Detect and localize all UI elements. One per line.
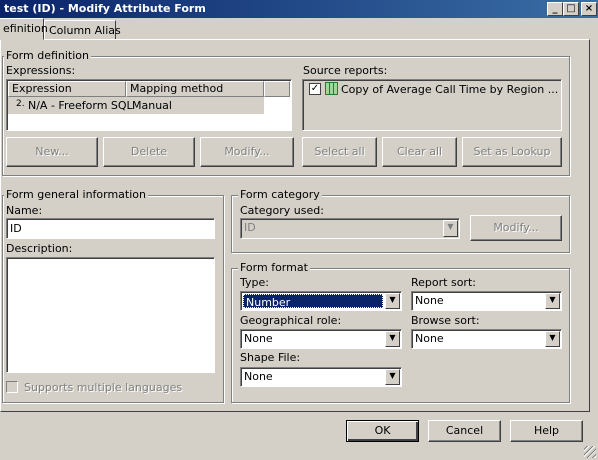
supports-multiple-languages-checkbox[interactable] xyxy=(6,381,18,393)
tab-definition[interactable]: efinition xyxy=(0,18,48,40)
tab-definition-label: efinition xyxy=(3,22,48,35)
ok-button[interactable]: OK xyxy=(346,420,419,442)
chevron-down-icon: ▼ xyxy=(385,293,400,309)
category-used-value: ID xyxy=(244,221,256,234)
set-as-lookup-button[interactable]: Set as Lookup xyxy=(462,137,562,167)
grid-report-icon xyxy=(325,82,338,95)
form-format-legend: Form format xyxy=(238,261,310,274)
empty-column-header xyxy=(264,81,290,97)
cancel-button[interactable]: Cancel xyxy=(428,420,501,442)
expression-cell: N/A - Freeform SQL xyxy=(28,99,133,112)
geographical-role-label: Geographical role: xyxy=(240,314,342,327)
table-row[interactable]: 2. N/A - Freeform SQL Manual xyxy=(8,97,264,114)
source-report-checkbox[interactable]: ✓ xyxy=(309,83,321,95)
new-button[interactable]: New... xyxy=(6,137,98,167)
category-modify-button[interactable]: Modify... xyxy=(470,215,562,241)
shape-file-label: Shape File: xyxy=(240,351,301,364)
type-select[interactable]: Number ▼ xyxy=(240,291,402,311)
name-input[interactable]: ID xyxy=(6,218,215,239)
expression-column-header[interactable]: Expression xyxy=(8,81,126,97)
help-button[interactable]: Help xyxy=(510,420,583,442)
clear-all-button[interactable]: Clear all xyxy=(382,137,457,167)
browse-sort-select[interactable]: None ▼ xyxy=(411,329,562,349)
name-label: Name: xyxy=(6,204,43,217)
report-sort-select[interactable]: None ▼ xyxy=(411,291,562,311)
form-category-legend: Form category xyxy=(238,188,322,201)
chevron-down-icon: ▼ xyxy=(545,293,560,309)
geographical-role-value: None xyxy=(244,332,273,345)
shape-file-value: None xyxy=(244,370,273,383)
name-input-value: ID xyxy=(10,222,22,235)
supports-multiple-languages-label: Supports multiple languages xyxy=(24,381,183,394)
mapping-cell: Manual xyxy=(132,99,172,112)
minimize-button[interactable]: _ xyxy=(547,2,563,16)
description-label: Description: xyxy=(6,242,73,255)
shape-file-select[interactable]: None ▼ xyxy=(240,367,402,387)
mapping-method-column-header[interactable]: Mapping method xyxy=(126,81,264,97)
window-title: test (ID) - Modify Attribute Form xyxy=(4,2,206,15)
tab-column-alias[interactable]: Column Alias xyxy=(44,20,121,40)
geographical-role-select[interactable]: None ▼ xyxy=(240,329,402,349)
description-textarea[interactable] xyxy=(6,257,215,373)
report-sort-value: None xyxy=(415,294,444,307)
delete-button[interactable]: Delete xyxy=(103,137,195,167)
chevron-down-icon: ▼ xyxy=(385,331,400,347)
select-all-button[interactable]: Select all xyxy=(302,137,377,167)
source-report-label: Copy of Average Call Time by Region ... xyxy=(341,83,559,96)
expression-type-icon: 2. xyxy=(16,99,25,109)
general-info-legend: Form general information xyxy=(4,188,148,201)
close-button[interactable]: × xyxy=(581,2,597,16)
expressions-label: Expressions: xyxy=(6,64,76,77)
browse-sort-value: None xyxy=(415,332,444,345)
type-value: Number xyxy=(243,294,383,309)
chevron-down-icon: ▼ xyxy=(443,220,458,237)
maximize-button[interactable]: □ xyxy=(563,2,579,16)
type-label: Type: xyxy=(240,276,269,289)
chevron-down-icon: ▼ xyxy=(545,331,560,347)
modify-expression-button[interactable]: Modify... xyxy=(200,137,294,167)
report-sort-label: Report sort: xyxy=(411,276,476,289)
browse-sort-label: Browse sort: xyxy=(411,314,480,327)
resize-grip[interactable] xyxy=(584,446,596,458)
tab-column-alias-label: Column Alias xyxy=(49,24,121,37)
category-used-label: Category used: xyxy=(240,204,324,217)
form-definition-legend: Form definition xyxy=(4,49,91,62)
source-reports-label: Source reports: xyxy=(303,64,388,77)
category-used-select[interactable]: ID ▼ xyxy=(240,218,460,239)
title-bar[interactable]: test (ID) - Modify Attribute Form _ □ × xyxy=(0,0,598,18)
chevron-down-icon: ▼ xyxy=(385,369,400,385)
